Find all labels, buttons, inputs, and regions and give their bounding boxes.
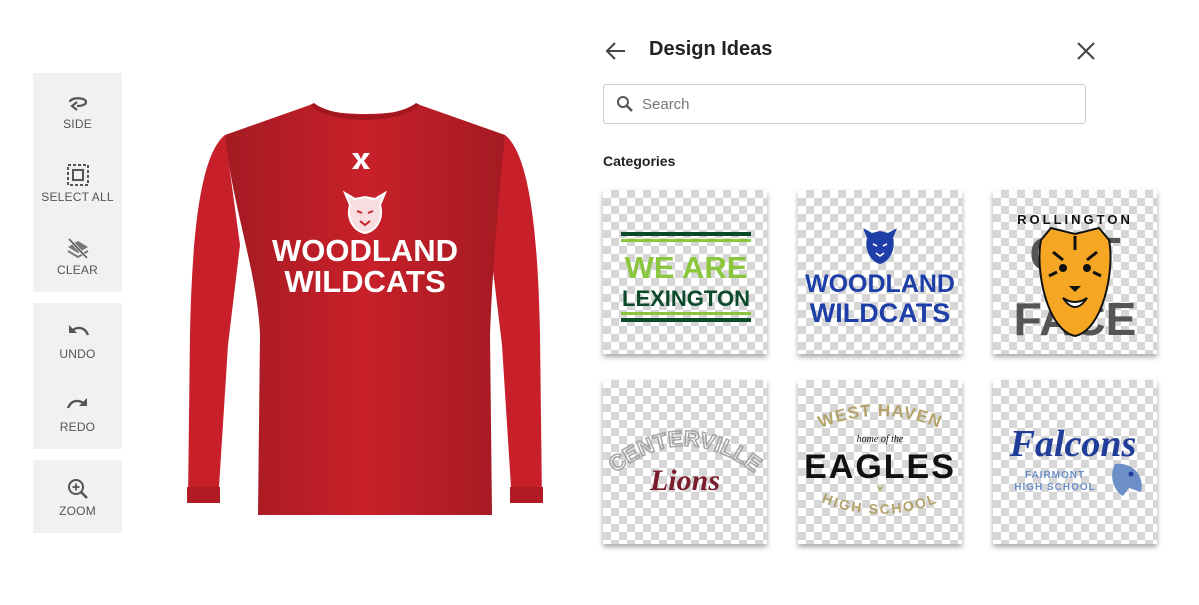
design-text-wildcats: WILDCATS (810, 298, 950, 328)
undo-icon (68, 325, 89, 336)
shirt-text-line1: WOODLAND (272, 233, 458, 268)
rotate-side-icon (68, 97, 87, 111)
toolbar-group-view: SIDE SELECT ALL CLEAR (33, 73, 122, 292)
side-label: SIDE (63, 117, 92, 131)
design-text-woodland: WOODLAND (805, 270, 955, 298)
close-icon[interactable] (1073, 38, 1099, 64)
design-text-we-are: WE ARE (625, 250, 748, 285)
shirt-preview[interactable]: WOODLAND WILDCATS (180, 95, 550, 525)
undo-label: UNDO (59, 347, 96, 361)
select-all-label: SELECT ALL (41, 190, 114, 204)
clear-label: CLEAR (56, 263, 98, 277)
design-ideas-header: Design Ideas (603, 34, 1098, 68)
categories-heading: Categories (603, 153, 676, 169)
search-icon (617, 96, 633, 112)
zoom-button[interactable]: ZOOM (33, 460, 122, 522)
undo-button[interactable]: UNDO (33, 303, 122, 365)
design-text-home-of-the: home of the (857, 434, 904, 445)
shirt-text-line2: WILDCATS (284, 264, 445, 299)
long-sleeve-shirt-image: WOODLAND WILDCATS (187, 103, 543, 515)
search-box (603, 84, 1086, 124)
zoom-in-icon (67, 479, 88, 499)
design-text-west-haven: WEST HAVEN (815, 401, 944, 432)
back-arrow-icon[interactable] (603, 38, 629, 64)
design-card-lexington[interactable]: WE ARE LEXINGTON (603, 190, 767, 354)
clear-layers-icon (66, 237, 89, 259)
wildcat-mascot-blue (863, 228, 897, 264)
design-text-rollington: ROLLINGTON (1017, 212, 1133, 227)
design-card-centerville[interactable]: CENTERVILLE Lions (603, 380, 767, 544)
clear-button[interactable]: CLEAR (33, 219, 122, 281)
design-card-woodland[interactable]: WOODLAND WILDCATS (798, 190, 962, 354)
side-button[interactable]: SIDE (33, 73, 122, 135)
design-text-eagles: EAGLES (804, 448, 956, 486)
search-input[interactable] (642, 91, 1072, 117)
design-card-fairmont[interactable]: Falcons FAIRMONT HIGH SCHOOL (993, 380, 1157, 544)
toolbar-group-zoom: ZOOM (33, 460, 122, 533)
design-text-lexington: LEXINGTON (622, 286, 750, 311)
design-text-high-school: HIGH SCHOOL (820, 490, 940, 517)
redo-button[interactable]: REDO (33, 376, 122, 438)
panel-title: Design Ideas (649, 38, 773, 60)
redo-label: REDO (59, 420, 96, 434)
design-text-fairmont: FAIRMONT (1025, 470, 1085, 481)
select-all-button[interactable]: SELECT ALL (33, 146, 122, 208)
design-card-west-haven[interactable]: WEST HAVEN home of the EAGLES HIGH SCHOO… (798, 380, 962, 544)
toolbar-group-history: UNDO REDO (33, 303, 122, 449)
design-card-rollington[interactable]: ROLLINGTON CAT FACE (993, 190, 1157, 354)
design-text-lions: Lions (649, 464, 720, 497)
zoom-label: ZOOM (59, 504, 96, 518)
falcon-head-icon (1112, 463, 1142, 496)
redo-icon (66, 398, 87, 409)
design-text-falcons: Falcons (1009, 423, 1137, 465)
select-all-icon (66, 164, 89, 186)
design-text-high-school-falcons: HIGH SCHOOL (1014, 482, 1096, 493)
